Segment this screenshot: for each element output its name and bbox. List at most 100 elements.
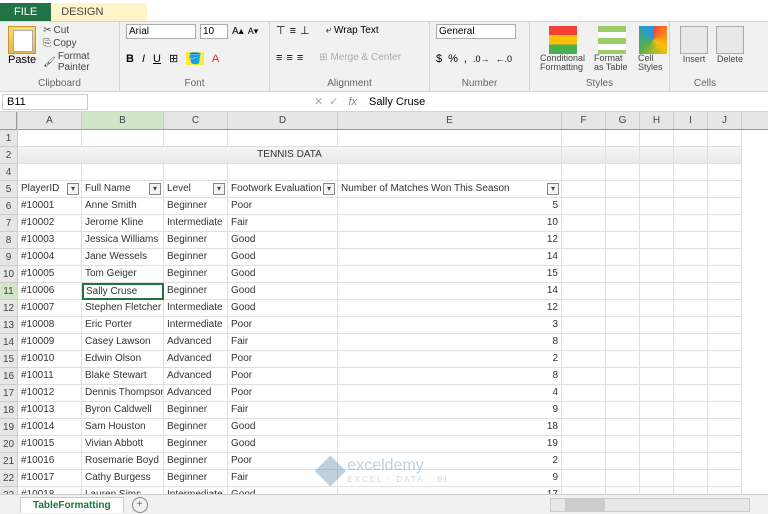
fx-icon[interactable]: fx	[342, 96, 363, 108]
sheet-tab[interactable]: TableFormatting	[20, 497, 124, 513]
cell[interactable]: Intermediate	[164, 317, 228, 334]
cell[interactable]: Good	[228, 419, 338, 436]
cut-button[interactable]: ✂Cut	[40, 24, 113, 37]
cell[interactable]: 2	[338, 351, 562, 368]
cell[interactable]	[708, 402, 742, 419]
column-header[interactable]: I	[674, 112, 708, 129]
conditional-formatting-button[interactable]: Conditional Formatting	[536, 24, 590, 74]
spreadsheet-grid[interactable]: 1245678910111213141516171819202122232425…	[0, 112, 768, 494]
cell[interactable]	[708, 164, 742, 181]
cell[interactable]: Beginner	[164, 198, 228, 215]
cell[interactable]: Beginner	[164, 266, 228, 283]
cell[interactable]: #10001	[18, 198, 82, 215]
row-header[interactable]: 2	[0, 147, 17, 164]
currency-button[interactable]: $	[436, 53, 442, 65]
cell[interactable]	[606, 453, 640, 470]
cell[interactable]	[606, 215, 640, 232]
cell[interactable]: #10012	[18, 385, 82, 402]
row-header[interactable]: 22	[0, 470, 17, 487]
row-header[interactable]: 1	[0, 130, 17, 147]
row-header[interactable]: 6	[0, 198, 17, 215]
cell[interactable]: Footwork Evaluation▾	[228, 181, 338, 198]
cell[interactable]	[562, 283, 606, 300]
column-header[interactable]: H	[640, 112, 674, 129]
cell[interactable]: #10017	[18, 470, 82, 487]
cell[interactable]: 18	[338, 419, 562, 436]
cell[interactable]	[674, 147, 708, 164]
column-header[interactable]: E	[338, 112, 562, 129]
add-sheet-button[interactable]: +	[132, 497, 148, 513]
cell[interactable]: #10013	[18, 402, 82, 419]
cell[interactable]: 15	[338, 266, 562, 283]
cell[interactable]: Stephen Fletcher	[82, 300, 164, 317]
cell[interactable]	[640, 147, 674, 164]
cell[interactable]	[674, 164, 708, 181]
cell[interactable]: Fair	[228, 215, 338, 232]
column-header[interactable]: J	[708, 112, 742, 129]
cell[interactable]	[562, 232, 606, 249]
cell[interactable]	[640, 317, 674, 334]
cell[interactable]: 14	[338, 249, 562, 266]
copy-button[interactable]: ⎘Copy	[40, 37, 113, 50]
cell[interactable]: Dennis Thompson	[82, 385, 164, 402]
cell[interactable]	[708, 215, 742, 232]
cell[interactable]: 8	[338, 334, 562, 351]
cell[interactable]: #10007	[18, 300, 82, 317]
decrease-font-icon[interactable]: A▾	[248, 26, 259, 37]
cell[interactable]	[640, 300, 674, 317]
cell[interactable]: Intermediate	[164, 487, 228, 494]
wrap-text-button[interactable]: ⤶ Wrap Text	[326, 25, 379, 36]
align-top-icon[interactable]: ⊤	[276, 24, 286, 37]
row-header[interactable]: 14	[0, 334, 17, 351]
cell[interactable]	[606, 317, 640, 334]
cell[interactable]	[674, 419, 708, 436]
cell[interactable]: Sam Houston	[82, 419, 164, 436]
cell[interactable]	[562, 470, 606, 487]
align-left-icon[interactable]: ≡	[276, 52, 282, 64]
cell[interactable]	[674, 300, 708, 317]
italic-button[interactable]: I	[142, 53, 145, 65]
cell[interactable]	[606, 198, 640, 215]
cell[interactable]: 5	[338, 198, 562, 215]
cell[interactable]	[606, 402, 640, 419]
cell[interactable]	[708, 436, 742, 453]
cell[interactable]	[708, 232, 742, 249]
cell[interactable]	[708, 147, 742, 164]
cell[interactable]	[562, 334, 606, 351]
cell[interactable]: Casey Lawson	[82, 334, 164, 351]
cell[interactable]	[674, 453, 708, 470]
cell[interactable]	[562, 164, 606, 181]
row-header[interactable]: 23	[0, 487, 17, 494]
cell[interactable]: Cathy Burgess	[82, 470, 164, 487]
cell[interactable]: Fair	[228, 402, 338, 419]
cell[interactable]: Intermediate	[164, 300, 228, 317]
cell[interactable]	[228, 130, 338, 147]
cell[interactable]: 10	[338, 215, 562, 232]
cell[interactable]	[228, 164, 338, 181]
cell[interactable]: Intermediate	[164, 215, 228, 232]
cell[interactable]: Jerome Kline	[82, 215, 164, 232]
row-header[interactable]: 15	[0, 351, 17, 368]
paste-button[interactable]: Paste	[6, 24, 38, 74]
cell[interactable]	[338, 130, 562, 147]
cell[interactable]	[606, 436, 640, 453]
cell[interactable]	[674, 215, 708, 232]
cell[interactable]	[640, 436, 674, 453]
cell[interactable]	[164, 130, 228, 147]
cell[interactable]	[708, 300, 742, 317]
cell[interactable]: #10018	[18, 487, 82, 494]
cell[interactable]	[674, 249, 708, 266]
cell[interactable]: Poor	[228, 198, 338, 215]
cell[interactable]: Good	[228, 266, 338, 283]
cell[interactable]: PlayerID▾	[18, 181, 82, 198]
row-header[interactable]: 9	[0, 249, 17, 266]
cell[interactable]	[606, 249, 640, 266]
cell[interactable]: Eric Porter	[82, 317, 164, 334]
cell[interactable]	[562, 368, 606, 385]
cell[interactable]	[606, 351, 640, 368]
cell[interactable]: Anne Smith	[82, 198, 164, 215]
cell[interactable]	[640, 368, 674, 385]
cell[interactable]: Rosemarie Boyd	[82, 453, 164, 470]
cell[interactable]	[674, 334, 708, 351]
cell[interactable]: Beginner	[164, 470, 228, 487]
